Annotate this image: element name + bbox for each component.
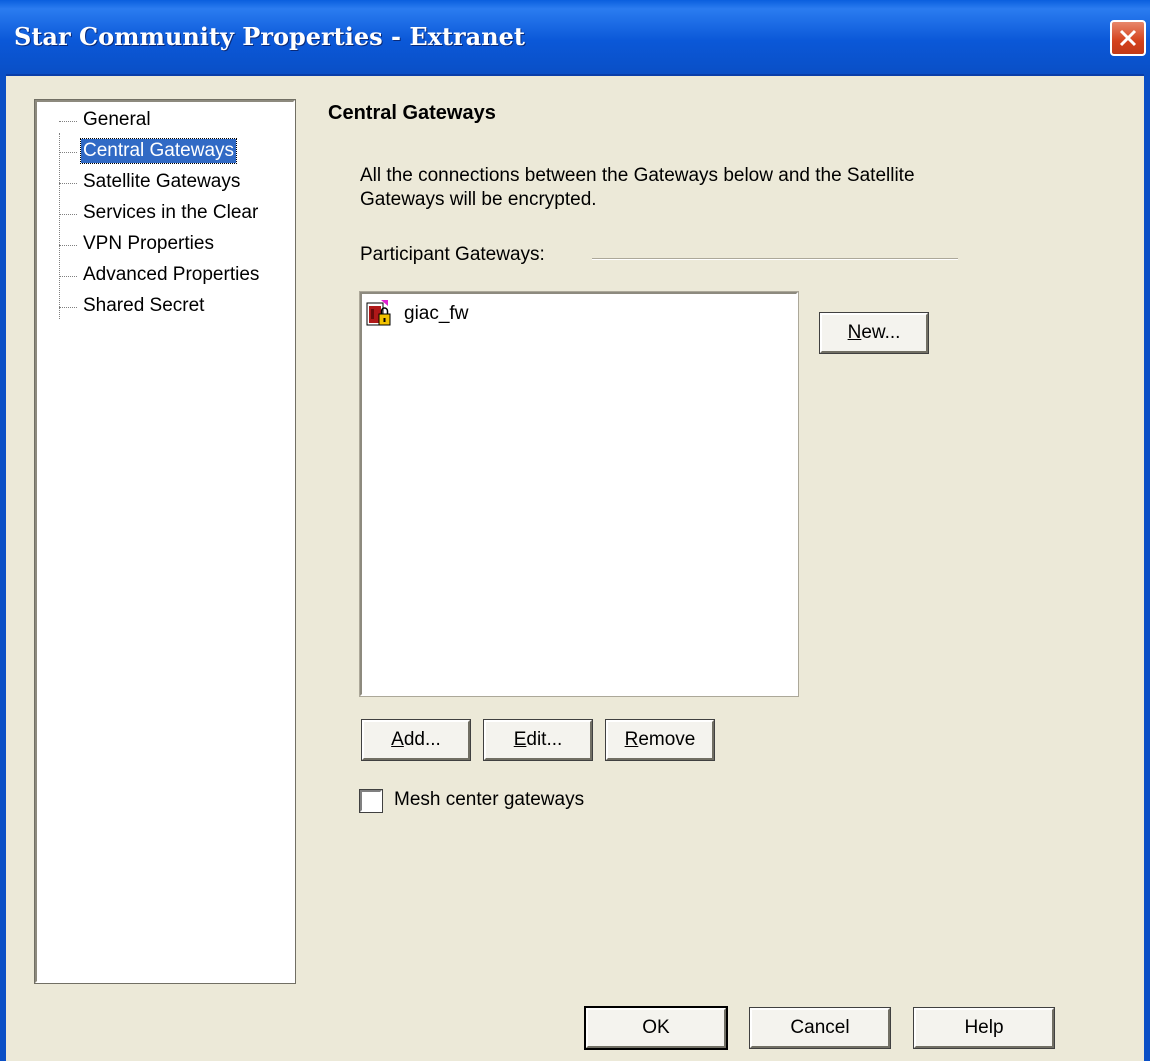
- navigation-tree[interactable]: General Central Gateways Satellite Gatew…: [34, 99, 296, 984]
- tree-branch: [59, 276, 77, 277]
- dialog-window: Star Community Properties - Extranet Gen…: [0, 0, 1150, 1061]
- section-title: Central Gateways: [328, 102, 496, 124]
- gateway-name: giac_fw: [404, 303, 469, 324]
- window-border-left: [0, 74, 6, 1061]
- tree-item-label: Services in the Clear: [83, 202, 259, 223]
- edit-button-label: dit...: [526, 729, 563, 750]
- mesh-center-gateways-label[interactable]: Mesh center gateways: [394, 789, 584, 811]
- new-button-label: ew...: [861, 322, 901, 343]
- new-button-mnemonic: N: [847, 322, 862, 343]
- cancel-button[interactable]: Cancel: [749, 1007, 891, 1049]
- group-divider: [592, 258, 958, 260]
- title-bar[interactable]: Star Community Properties - Extranet: [0, 0, 1150, 76]
- tree-item-label: Shared Secret: [83, 295, 205, 316]
- participant-gateways-list[interactable]: giac_fw: [359, 291, 799, 697]
- tree-connector: [59, 133, 60, 319]
- add-button-mnemonic: A: [391, 729, 404, 750]
- tree-branch: [59, 245, 77, 246]
- window-title: Star Community Properties - Extranet: [14, 22, 526, 51]
- remove-button[interactable]: Remove: [605, 719, 715, 761]
- section-description: All the connections between the Gateways…: [360, 165, 915, 210]
- tree-branch: [59, 183, 77, 184]
- close-button[interactable]: [1110, 20, 1146, 56]
- ok-button[interactable]: OK: [584, 1006, 728, 1050]
- add-button[interactable]: Add...: [361, 719, 471, 761]
- gateway-icon: [366, 300, 391, 326]
- tree-branch: [59, 307, 77, 308]
- tree-item-label: Advanced Properties: [83, 264, 260, 285]
- mesh-center-gateways-checkbox[interactable]: [359, 789, 383, 813]
- tree-branch: [59, 214, 77, 215]
- participants-label: Participant Gateways:: [360, 244, 545, 265]
- tree-branch: [59, 152, 77, 153]
- help-button[interactable]: Help: [913, 1007, 1055, 1049]
- tree-item-label: VPN Properties: [83, 233, 214, 254]
- tree-item-label: General: [83, 109, 151, 130]
- remove-button-label: emove: [638, 729, 696, 750]
- new-button[interactable]: New...: [819, 312, 929, 354]
- tree-item-label: Satellite Gateways: [83, 171, 241, 192]
- remove-button-mnemonic: R: [624, 729, 639, 750]
- window-border-right: [1144, 74, 1150, 1061]
- close-icon: [1119, 29, 1137, 47]
- edit-button-mnemonic: E: [513, 729, 527, 750]
- add-button-label: dd...: [403, 729, 441, 750]
- tree-branch: [59, 121, 77, 122]
- edit-button[interactable]: Edit...: [483, 719, 593, 761]
- tree-item-label: Central Gateways: [79, 138, 238, 164]
